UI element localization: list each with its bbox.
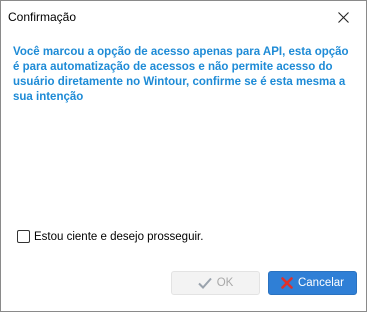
checkbox-box[interactable] [17,230,30,243]
cancel-button-label: Cancelar [297,277,345,289]
dialog-title: Confirmação [8,10,77,24]
acknowledge-checkbox[interactable]: Estou ciente e desejo prosseguir. [17,230,203,243]
ok-button[interactable]: OK [171,271,260,295]
close-button[interactable] [320,1,366,33]
checkbox-label[interactable]: Estou ciente e desejo prosseguir. [34,231,203,243]
ok-button-label: OK [216,277,234,289]
confirmation-message: Você marcou a opção de acesso apenas par… [13,46,349,103]
close-icon [337,11,349,23]
cancel-button[interactable]: Cancelar [268,271,357,295]
confirmation-dialog: Confirmação Você marcou a opção de acess… [0,0,367,312]
red-x-icon [281,277,293,289]
title-bar: Confirmação [1,1,366,33]
checkmark-icon [197,277,212,289]
